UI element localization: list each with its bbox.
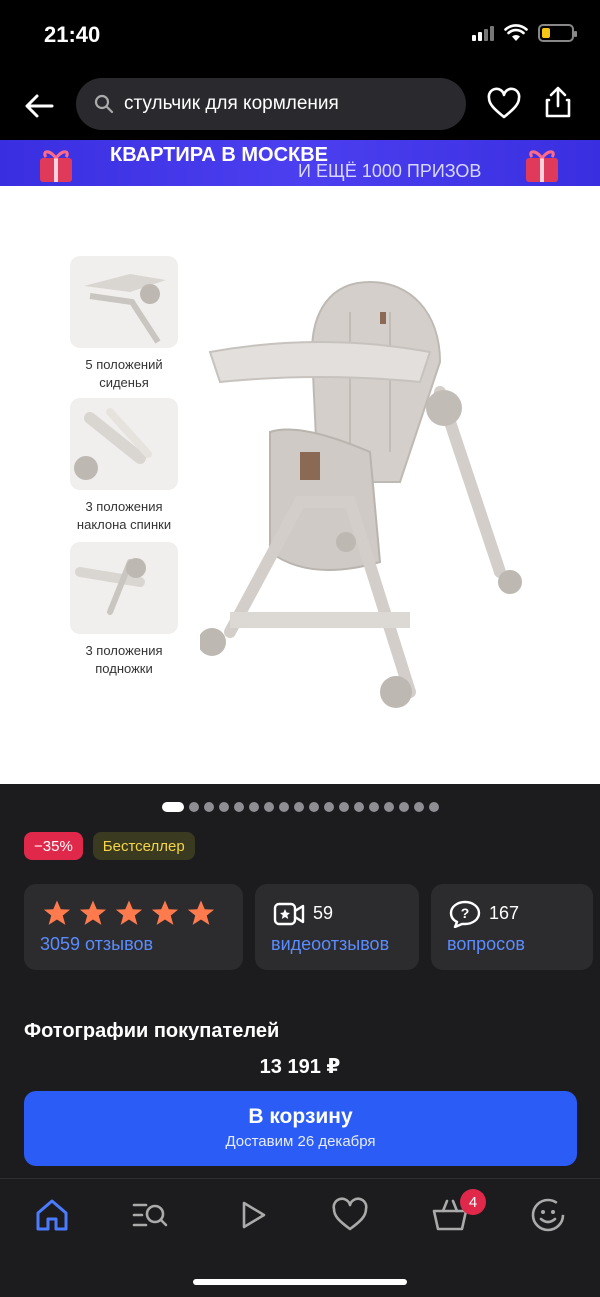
questions-count: 167 [489,903,520,923]
back-arrow-icon[interactable] [22,88,58,124]
svg-text:?: ? [461,905,470,921]
pagination-dot[interactable] [218,802,229,812]
add-to-cart-button[interactable]: В корзину Доставим 26 декабря [24,1091,577,1166]
pagination-dot[interactable] [278,802,289,812]
product-image[interactable]: 5 положений сиденья 3 положения наклона … [0,186,600,784]
price: 13 191 ₽ [259,1056,341,1078]
catalog-search-icon[interactable] [130,1195,170,1235]
product-info: −35% Бестселлер 3059 отзывов 59 видеоотз… [0,784,600,1040]
rating-card[interactable]: 3059 отзывов [24,884,243,970]
questions-card[interactable]: ? 167 вопросов [431,884,593,970]
wifi-icon [504,24,528,41]
video-reviews-count: 59 [313,903,334,923]
bestseller-badge: Бестселлер [92,832,195,860]
pagination-dot[interactable] [161,802,184,812]
promo-subtitle: И ЕЩЁ 1000 ПРИЗОВ [298,161,482,181]
search-icon [94,94,114,114]
share-icon[interactable] [540,84,576,120]
star-icon [43,900,71,925]
video-reviews-link[interactable]: видеоотзывов [271,934,389,955]
discount-badge: −35% [24,832,83,860]
rating-stars [42,898,216,928]
promo-title: КВАРТИРА В МОСКВЕ [110,144,328,166]
search-input[interactable]: стульчик для кормления [76,78,466,130]
customer-photos-title: Фотографии покупателей [24,1020,280,1040]
buy-panel: 13 191 ₽ В корзину Доставим 26 декабря [0,1040,600,1178]
top-bar: стульчик для кормления [0,70,600,140]
questions-link[interactable]: вопросов [447,934,525,955]
pagination-dot[interactable] [383,802,394,812]
pagination-dot[interactable] [293,802,304,812]
add-to-cart-label: В корзину [248,1105,353,1128]
gift-icon [526,150,558,182]
pagination-dot[interactable] [263,802,274,812]
search-query: стульчик для кормления [124,93,339,114]
pagination-dot[interactable] [428,802,439,812]
cellular-signal-icon [472,25,494,41]
promo-banner[interactable]: КВАРТИРА В МОСКВЕ И ЕЩЁ 1000 ПРИЗОВ [0,140,600,186]
cart-count-badge: 4 [460,1189,486,1215]
image-pagination-dots[interactable] [0,802,600,812]
profile-smile-icon[interactable] [528,1195,568,1235]
status-icons [472,24,577,42]
home-indicator [193,1279,407,1285]
video-reviews-card[interactable]: 59 видеоотзывов [255,884,419,970]
home-icon[interactable] [32,1195,72,1235]
pagination-dot[interactable] [203,802,214,812]
star-icon [115,900,143,925]
pagination-dot[interactable] [248,802,259,812]
feature-caption: 3 положения наклона спинки [76,499,172,532]
footrest-positions-thumbnail [70,542,178,634]
star-icon [187,900,215,925]
video-play-icon[interactable] [232,1195,272,1235]
feature-caption: 3 положения подножки [85,643,163,676]
delivery-date: Доставим 26 декабря [225,1133,376,1150]
pagination-dot[interactable] [398,802,409,812]
pagination-dot[interactable] [188,802,199,812]
pagination-dot[interactable] [353,802,364,812]
status-bar: 21:40 [0,0,600,70]
reviews-link[interactable]: 3059 отзывов [40,934,153,955]
pagination-dot[interactable] [233,802,244,812]
video-camera-icon [273,902,305,926]
status-time: 21:40 [44,22,101,47]
feature-caption: 5 положений сиденья [85,357,163,390]
backrest-tilt-thumbnail [70,398,178,490]
question-bubble-icon: ? [449,900,481,928]
pagination-dot[interactable] [308,802,319,812]
favorites-heart-icon[interactable] [330,1195,370,1235]
pagination-dot[interactable] [323,802,334,812]
gift-icon [40,150,72,182]
star-icon [79,900,107,925]
pagination-dot[interactable] [338,802,349,812]
pagination-dot[interactable] [413,802,424,812]
tab-bar: 4 [0,1178,600,1297]
star-icon [151,900,179,925]
seat-positions-thumbnail [70,256,178,348]
pagination-dot[interactable] [368,802,379,812]
high-chair-illustration [200,280,522,708]
favorite-heart-icon[interactable] [486,86,522,122]
battery-icon [538,24,577,42]
